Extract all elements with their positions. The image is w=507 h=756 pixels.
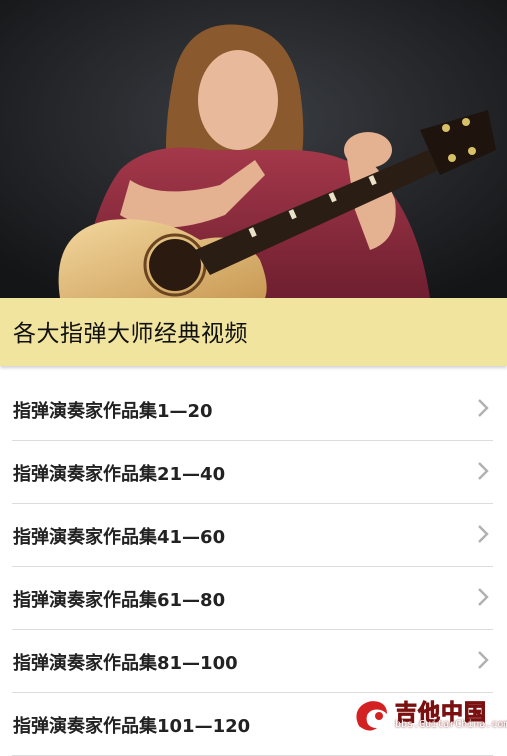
list-item[interactable]: 指弹演奏家作品集41—60 bbox=[12, 504, 493, 567]
page-title: 各大指弹大师经典视频 bbox=[13, 321, 248, 347]
hero-image-guitarist bbox=[0, 0, 507, 298]
page-header: 各大指弹大师经典视频 bbox=[0, 298, 507, 366]
guitarchina-watermark: 吉他中国 bbs.GuitarChina.com bbox=[351, 695, 507, 735]
list-item-label: 指弹演奏家作品集61—80 bbox=[13, 590, 226, 611]
list-item[interactable]: 指弹演奏家作品集1—20 bbox=[12, 378, 493, 441]
list-item[interactable]: 指弹演奏家作品集81—100 bbox=[12, 630, 493, 693]
list-item[interactable]: 指弹演奏家作品集61—80 bbox=[12, 567, 493, 630]
list-item-label: 指弹演奏家作品集21—40 bbox=[13, 464, 226, 485]
guitarchina-logo-icon bbox=[356, 701, 387, 731]
list-item[interactable]: 指弹演奏家作品集21—40 bbox=[12, 441, 493, 504]
list-item-label: 指弹演奏家作品集81—100 bbox=[13, 653, 238, 674]
chevron-right-icon bbox=[478, 588, 489, 606]
chevron-right-icon bbox=[478, 399, 489, 417]
chevron-right-icon bbox=[478, 651, 489, 669]
chevron-right-icon bbox=[478, 525, 489, 543]
watermark-url: bbs.GuitarChina.com bbox=[395, 719, 507, 730]
chevron-right-icon bbox=[478, 462, 489, 480]
list-item-label: 指弹演奏家作品集1—20 bbox=[13, 401, 213, 422]
list-item-label: 指弹演奏家作品集41—60 bbox=[13, 527, 226, 548]
list-item-label: 指弹演奏家作品集101—120 bbox=[13, 716, 251, 737]
